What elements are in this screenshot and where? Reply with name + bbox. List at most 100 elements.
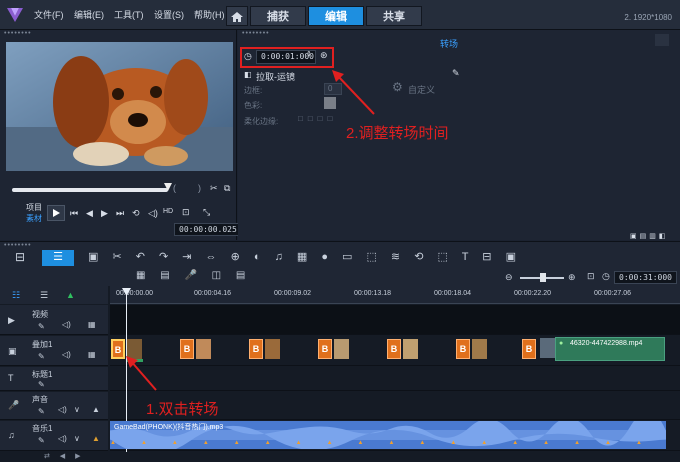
edit-icon[interactable]: ✎ bbox=[38, 352, 45, 361]
ruler-mark: 00:00:04.16 bbox=[194, 290, 231, 297]
transition-clip[interactable]: B bbox=[456, 339, 470, 359]
duration-stepper-icon[interactable]: ⇕ bbox=[306, 50, 312, 58]
ducking-icon[interactable]: ▲ bbox=[92, 405, 100, 414]
clip-mode-label[interactable]: 素材 bbox=[26, 213, 42, 224]
overlay-clip-thumb[interactable] bbox=[540, 338, 555, 358]
title-track-name: 标题1 bbox=[32, 370, 53, 379]
toolbar-grip: •••••••• bbox=[4, 242, 32, 249]
home-start-icon[interactable]: ⏮ bbox=[70, 208, 78, 219]
project-mode-label[interactable]: 项目 bbox=[26, 202, 42, 213]
mute-icon[interactable]: ◁) bbox=[58, 405, 67, 414]
custom-button[interactable]: 自定义 bbox=[408, 83, 435, 96]
title-lane[interactable] bbox=[110, 367, 680, 391]
overlay-clip-thumb[interactable] bbox=[403, 339, 418, 359]
video-track-name: 视频 bbox=[32, 310, 48, 319]
edit-icon[interactable]: ✎ bbox=[38, 380, 45, 389]
enlarge-icon[interactable]: ⧉ bbox=[224, 183, 230, 194]
title-track-header bbox=[0, 367, 108, 391]
zoom-in-icon[interactable]: ⊕ bbox=[568, 272, 576, 283]
preview-timecode[interactable]: 00:00:00.025 bbox=[174, 223, 242, 236]
play-button[interactable] bbox=[47, 205, 65, 221]
split-icon[interactable]: ✂ bbox=[210, 183, 218, 194]
transition-clip[interactable]: B bbox=[111, 339, 125, 359]
mark-out-icon[interactable]: ) bbox=[198, 183, 201, 193]
overlay-clip-thumb[interactable] bbox=[196, 339, 211, 359]
video-track-icon: ▶ bbox=[8, 315, 15, 325]
menu-tools[interactable]: 工具(T) bbox=[114, 8, 144, 21]
resize-icon[interactable]: ⤡ bbox=[203, 207, 210, 218]
ducking-icon[interactable]: ▲ bbox=[92, 434, 100, 443]
cursor-icon: ✎ bbox=[452, 68, 460, 78]
overlay-video-clip[interactable]: ● 46320-447422988.mp4 bbox=[555, 337, 665, 361]
ruler-mark: 00:00:22.20 bbox=[514, 290, 551, 297]
scrubber-handle[interactable] bbox=[164, 183, 172, 191]
ripple-icon[interactable]: ▲ bbox=[66, 290, 75, 300]
menu-settings[interactable]: 设置(S) bbox=[154, 8, 184, 21]
edit-icon[interactable]: ✎ bbox=[38, 436, 45, 445]
mute-icon[interactable]: ◁) bbox=[62, 320, 71, 329]
zoom-handle[interactable] bbox=[540, 273, 546, 282]
edit-icon[interactable]: ✎ bbox=[38, 322, 45, 331]
transition-clip[interactable]: B bbox=[180, 339, 194, 359]
music-clip[interactable]: GameBad(PHONK)(抖音热门).mp3 ▲▲▲▲▲▲▲▲▲▲▲▲▲▲▲… bbox=[110, 421, 666, 449]
mute-icon[interactable]: ◁) bbox=[62, 350, 71, 359]
overlay-clip-thumb[interactable] bbox=[472, 339, 487, 359]
menu-help[interactable]: 帮助(H) bbox=[194, 8, 225, 21]
chevron-down-icon[interactable]: ∨ bbox=[74, 405, 80, 414]
fit-icon[interactable]: ⊡ bbox=[587, 271, 595, 282]
video-lane[interactable] bbox=[110, 305, 680, 335]
chevron-down-icon[interactable]: ∨ bbox=[74, 434, 80, 443]
edit-icon[interactable]: ✎ bbox=[38, 407, 45, 416]
aspect-ratio-icon[interactable]: ⊡ bbox=[182, 207, 190, 218]
step1-annotation: 1.双击转场 bbox=[146, 401, 219, 418]
volume-icon[interactable]: ◁) bbox=[148, 208, 158, 219]
options-bottom-icons[interactable]: ▣▤▥◧ bbox=[630, 232, 676, 240]
beat-markers: ▲▲▲▲▲▲▲▲▲▲▲▲▲▲▲▲▲▲▲▲▲▲ bbox=[110, 440, 666, 446]
options-collapse-button[interactable] bbox=[655, 34, 669, 46]
preview-scrubber[interactable] bbox=[12, 188, 168, 192]
mute-icon[interactable]: ◁) bbox=[58, 434, 67, 443]
media-tools-row[interactable]: ▦ ▤ 🎤 ◫ ▤ bbox=[136, 270, 316, 284]
transition-clip[interactable]: B bbox=[249, 339, 263, 359]
ruler-mark: 00:00:00.00 bbox=[116, 290, 153, 297]
storyboard-view-button[interactable]: ⊟ bbox=[8, 250, 32, 266]
hd-icon[interactable]: HD bbox=[163, 208, 173, 215]
panel-grip: •••••••• bbox=[4, 30, 32, 37]
next-frame-icon[interactable]: ▶ bbox=[101, 208, 108, 219]
tab-edit[interactable]: 编辑 bbox=[308, 6, 364, 26]
music-clip-name: GameBad(PHONK)(抖音热门).mp3 bbox=[114, 424, 224, 431]
end-icon[interactable]: ⏭ bbox=[116, 208, 124, 219]
dog-photo bbox=[6, 42, 233, 171]
app-logo-icon bbox=[7, 8, 23, 22]
color-label: 色彩: bbox=[244, 101, 263, 110]
tab-capture[interactable]: 捕获 bbox=[250, 6, 306, 26]
overlay-clip-thumb[interactable] bbox=[334, 339, 349, 359]
tab-share[interactable]: 共享 bbox=[366, 6, 422, 26]
link-icon[interactable]: ⊛ bbox=[320, 50, 328, 61]
soft-edge-label: 柔化边缘: bbox=[244, 117, 279, 126]
menu-edit[interactable]: 编辑(E) bbox=[74, 8, 104, 21]
overlay-clip-thumb[interactable] bbox=[265, 339, 280, 359]
timeline-ruler[interactable]: 00:00:00.00 00:00:04.16 00:00:09.02 00:0… bbox=[110, 286, 680, 304]
timeline-nav-icons[interactable]: ⇄ ◀ ▶ bbox=[44, 452, 104, 460]
timeline-view-button[interactable]: ☰ bbox=[42, 250, 74, 266]
tab-home[interactable] bbox=[226, 6, 248, 26]
grid-icon[interactable]: ▦ bbox=[88, 350, 96, 359]
chapter-icon[interactable]: ☰ bbox=[40, 290, 48, 301]
menu-file[interactable]: 文件(F) bbox=[34, 8, 64, 21]
gear-icon[interactable]: ⚙ bbox=[392, 80, 403, 94]
track-manager-icon[interactable]: ☷ bbox=[12, 290, 20, 301]
step2-annotation: 2.调整转场时间 bbox=[346, 125, 449, 142]
transition-clip[interactable]: B bbox=[318, 339, 332, 359]
edit-tools-row[interactable]: ▣ ✂ ↶ ↷ ⇥ ⇔ ⊕ ◐ ♫ ▦ ● ▭ ⬚ ≋ ⟲ ⬚ T ⊟ ▣ bbox=[88, 250, 678, 266]
voice-track-icon: 🎤 bbox=[8, 400, 20, 410]
prev-frame-icon[interactable]: ◀ bbox=[86, 208, 93, 219]
mark-in-icon[interactable]: ( bbox=[173, 183, 176, 193]
transition-clip[interactable]: B bbox=[387, 339, 401, 359]
transition-clip[interactable]: B bbox=[522, 339, 536, 359]
grid-icon[interactable]: ▦ bbox=[88, 320, 96, 329]
zoom-out-icon[interactable]: ⊖ bbox=[505, 272, 513, 283]
project-duration[interactable]: 0:00:31:000 bbox=[614, 271, 677, 284]
repeat-icon[interactable]: ⟲ bbox=[132, 208, 140, 219]
options-grip: •••••••• bbox=[242, 30, 270, 37]
